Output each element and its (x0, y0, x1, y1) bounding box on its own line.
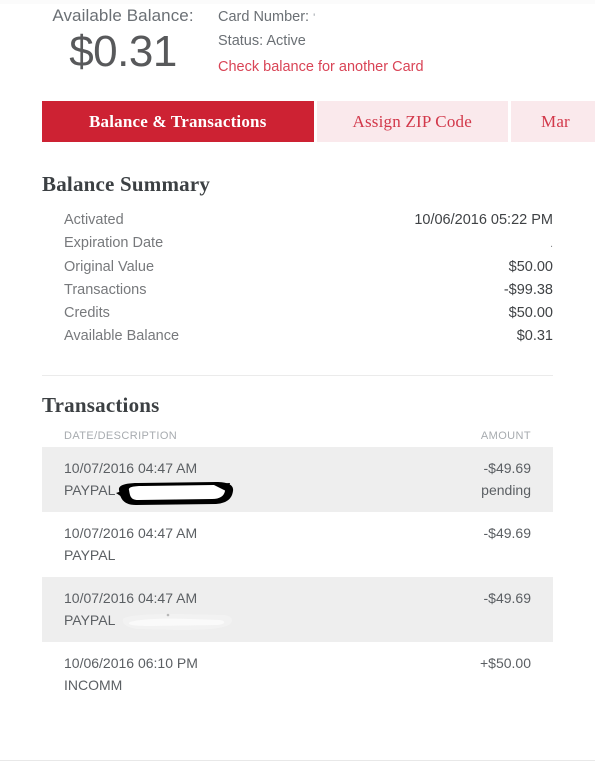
balance-summary-list: Activated 10/06/2016 05:22 PM Expiration… (42, 209, 553, 348)
transaction-amount-cell: -$49.69 (484, 587, 531, 609)
card-balance-page: Available Balance: $0.31 Card Number: ' … (0, 0, 595, 773)
summary-value: $50.00 (508, 259, 553, 275)
transaction-date: 10/07/2016 04:47 AM (64, 525, 198, 541)
column-header-description: DATE/DESCRIPTION (64, 430, 178, 442)
transaction-status: pending (481, 482, 531, 498)
transaction-amount: +$50.00 (480, 655, 531, 671)
transaction-amount: -$49.69 (483, 460, 531, 476)
card-number-value: ' (313, 12, 316, 24)
transactions-title: Transactions (42, 393, 160, 417)
summary-row-original-value: Original Value $50.00 (42, 256, 553, 279)
transaction-merchant: PAYPAL (64, 482, 116, 498)
summary-value: 10/06/2016 05:22 PM (414, 212, 553, 228)
transaction-date: 10/06/2016 06:10 PM (64, 655, 198, 671)
transaction-amount-cell: -$49.69 pending (481, 457, 531, 501)
card-number-label: Card Number: (218, 9, 310, 25)
summary-label: Original Value (64, 259, 155, 275)
table-row[interactable]: 10/07/2016 04:47 AM PAYPAL -$49.69 pendi… (42, 447, 553, 512)
summary-value: -$99.38 (503, 282, 553, 298)
summary-row-expiration-date: Expiration Date . (42, 232, 553, 256)
transaction-amount-cell: -$49.69 (484, 522, 531, 544)
tab-bar: Balance & Transactions Assign ZIP Code M… (42, 101, 595, 142)
transaction-description-cell: 10/07/2016 04:47 AM PAYPAL (64, 587, 232, 631)
transactions-column-headers: DATE/DESCRIPTION AMOUNT (42, 430, 553, 442)
balance-summary-section: Balance Summary Activated 10/06/2016 05:… (42, 172, 553, 348)
table-row[interactable]: 10/07/2016 04:47 AM PAYPAL -$49.69 (42, 512, 553, 577)
transactions-list: 10/07/2016 04:47 AM PAYPAL -$49.69 pendi… (42, 447, 553, 707)
summary-label: Credits (64, 305, 110, 321)
footer-divider (0, 760, 595, 761)
available-balance-amount: $0.31 (69, 27, 177, 76)
summary-row-credits: Credits $50.00 (42, 302, 553, 325)
summary-value: . (549, 238, 553, 250)
summary-label: Available Balance (64, 328, 180, 344)
transaction-amount: -$49.69 (483, 590, 531, 606)
available-balance-label: Available Balance: (52, 6, 194, 25)
summary-label: Transactions (64, 282, 147, 298)
tab-balance-transactions[interactable]: Balance & Transactions (42, 101, 314, 142)
balance-summary-title: Balance Summary (42, 172, 211, 196)
transaction-merchant: PAYPAL (64, 612, 116, 628)
available-balance-block: Available Balance: $0.31 (38, 4, 208, 78)
transaction-description-cell: 10/07/2016 04:47 AM PAYPAL (64, 522, 197, 566)
summary-label: Expiration Date (64, 235, 164, 251)
transaction-merchant: INCOMM (64, 677, 123, 693)
summary-value: $50.00 (508, 305, 553, 321)
section-divider (42, 375, 553, 376)
summary-label: Activated (64, 212, 124, 228)
column-header-amount: AMOUNT (480, 430, 531, 442)
tab-manage-card[interactable]: Mar (511, 101, 595, 142)
transaction-description-cell: 10/07/2016 04:47 AM PAYPAL (64, 457, 234, 505)
account-header: Available Balance: $0.31 Card Number: ' … (0, 4, 595, 96)
card-status-row: Status: Active (218, 33, 306, 49)
tab-assign-zip-code[interactable]: Assign ZIP Code (316, 101, 508, 142)
check-balance-link[interactable]: Check balance for another Card (218, 56, 424, 79)
transaction-merchant: PAYPAL (64, 547, 116, 563)
table-row[interactable]: 10/07/2016 04:47 AM PAYPAL -$49.69 (42, 577, 553, 642)
transaction-date: 10/07/2016 04:47 AM (64, 460, 198, 476)
card-info-block: Card Number: ' Status: Active Check bala… (218, 6, 424, 79)
summary-value: $0.31 (516, 328, 553, 344)
summary-row-activated: Activated 10/06/2016 05:22 PM (42, 209, 553, 232)
summary-row-available-balance: Available Balance $0.31 (42, 325, 553, 348)
transaction-amount-cell: +$50.00 (480, 652, 531, 674)
transaction-date: 10/07/2016 04:47 AM (64, 590, 198, 606)
transaction-amount: -$49.69 (483, 525, 531, 541)
transactions-section: Transactions DATE/DESCRIPTION AMOUNT 10/… (42, 393, 553, 707)
transaction-description-cell: 10/06/2016 06:10 PM INCOMM (64, 652, 198, 696)
card-number-row: Card Number: ' (218, 6, 424, 30)
summary-row-transactions: Transactions -$99.38 (42, 279, 553, 302)
table-row[interactable]: 10/06/2016 06:10 PM INCOMM +$50.00 (42, 642, 553, 707)
